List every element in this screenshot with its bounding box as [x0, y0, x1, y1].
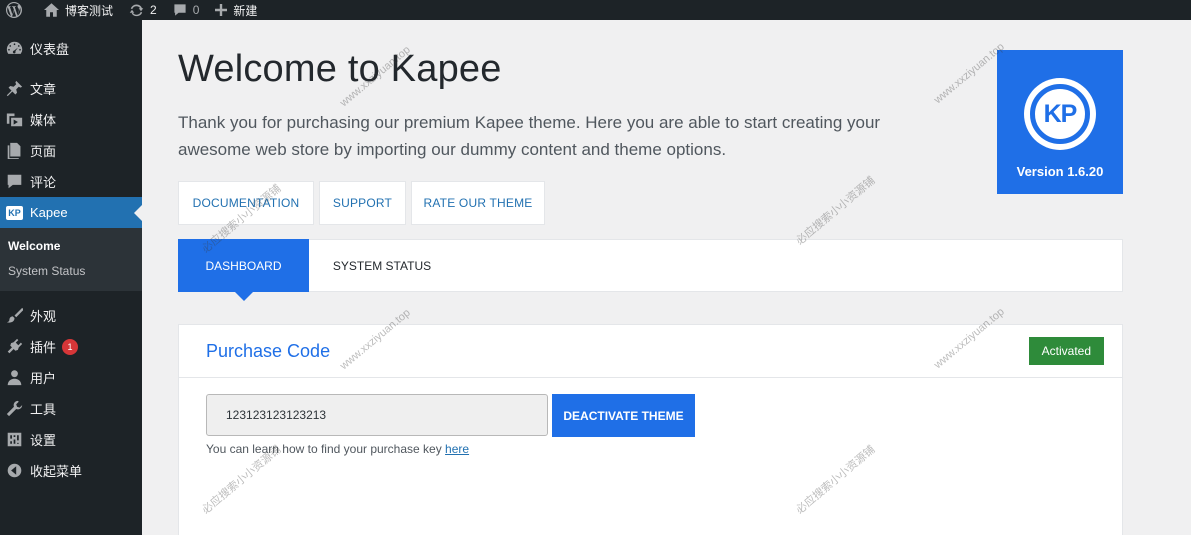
updates-count: 2	[150, 3, 157, 17]
tab-system-status[interactable]: SYSTEM STATUS	[309, 239, 455, 292]
purchase-code-title: Purchase Code	[206, 340, 331, 361]
updates-link[interactable]: 2	[121, 0, 165, 20]
sidebar-item-label: 收起菜单	[30, 464, 83, 479]
sidebar-item-label: 文章	[30, 82, 57, 97]
submenu-item-welcome[interactable]: Welcome	[0, 234, 142, 259]
sidebar-item-label: 媒体	[30, 113, 57, 128]
admin-bar: 博客测试 2 0 新建	[0, 0, 1191, 20]
help-text: You can learn how to find your purchase …	[206, 442, 1095, 456]
comment-icon	[174, 4, 186, 16]
sidebar-item-collapse[interactable]: 收起菜单	[0, 455, 142, 486]
kapee-logo-text: KP	[1030, 84, 1090, 144]
wordpress-icon	[6, 2, 22, 18]
status-badge: Activated	[1028, 337, 1104, 365]
new-label: 新建	[233, 3, 258, 18]
plugin-icon	[7, 338, 23, 354]
collapse-icon	[7, 463, 22, 478]
sidebar-item-label: 仪表盘	[30, 42, 70, 57]
sidebar-item-users[interactable]: 用户	[0, 362, 142, 393]
home-icon	[44, 3, 59, 17]
user-icon	[7, 370, 22, 386]
wordpress-logo-button[interactable]	[0, 0, 36, 20]
settings-icon	[7, 432, 22, 447]
wrench-icon	[6, 400, 23, 417]
sidebar-item-label: 页面	[30, 144, 57, 159]
sidebar-item-label: 插件	[30, 340, 57, 355]
tab-dashboard[interactable]: DASHBOARD	[178, 239, 309, 292]
sidebar-item-label: 用户	[30, 371, 57, 386]
site-name-link[interactable]: 博客测试	[36, 0, 121, 20]
sidebar-item-posts[interactable]: 文章	[0, 73, 142, 104]
sidebar-item-label: 外观	[30, 309, 57, 324]
sidebar-item-label: 工具	[30, 402, 57, 417]
sidebar-item-label: 设置	[30, 433, 57, 448]
rate-theme-button[interactable]: RATE OUR THEME	[411, 181, 545, 225]
deactivate-theme-button[interactable]: DEACTIVATE THEME	[552, 394, 695, 437]
sidebar-item-tools[interactable]: 工具	[0, 393, 142, 424]
new-content-link[interactable]: 新建	[207, 0, 265, 20]
purchase-code-input[interactable]	[206, 394, 548, 436]
documentation-button[interactable]: DOCUMENTATION	[178, 181, 314, 225]
sidebar-item-comments[interactable]: 评论	[0, 166, 142, 197]
kp-icon: KP	[6, 205, 23, 220]
sidebar-item-dashboard[interactable]: 仪表盘	[0, 33, 142, 64]
kapee-submenu: Welcome System Status	[0, 228, 142, 291]
sidebar-item-label: 评论	[30, 175, 57, 190]
sidebar-item-pages[interactable]: 页面	[0, 135, 142, 166]
site-name: 博客测试	[65, 3, 114, 18]
comment-icon	[7, 174, 22, 189]
welcome-description: Thank you for purchasing our premium Kap…	[178, 113, 881, 159]
sidebar-item-appearance[interactable]: 外观	[0, 300, 142, 331]
submenu-item-system-status[interactable]: System Status	[0, 259, 142, 284]
dashboard-icon	[6, 41, 23, 54]
sidebar-item-settings[interactable]: 设置	[0, 424, 142, 455]
main-content: Welcome to Kapee Thank you for purchasin…	[142, 20, 1191, 535]
version-box: KP Version 1.6.20	[997, 50, 1123, 194]
version-label: Version 1.6.20	[1016, 164, 1104, 179]
help-link[interactable]: here	[445, 442, 469, 456]
updates-icon	[129, 3, 144, 16]
page-icon	[7, 142, 21, 159]
support-button[interactable]: SUPPORT	[319, 181, 406, 225]
purchase-code-card: Purchase Code Activated DEACTIVATE THEME…	[178, 324, 1123, 535]
comments-link[interactable]: 0	[165, 0, 208, 20]
help-text-prefix: You can learn how to find your purchase …	[206, 442, 446, 456]
plugins-update-badge: 1	[62, 338, 79, 355]
tabs-bar: DASHBOARD SYSTEM STATUS	[178, 239, 1123, 292]
sidebar-item-kapee[interactable]: KP Kapee	[0, 197, 142, 228]
page-title: Welcome to Kapee	[178, 48, 502, 90]
admin-sidebar: 仪表盘 文章 媒体 页面 评论 KP Kapee Welcome System …	[0, 20, 142, 535]
sidebar-item-label: Kapee	[30, 205, 68, 220]
card-body: DEACTIVATE THEME You can learn how to fi…	[179, 378, 1122, 472]
card-header: Purchase Code Activated	[179, 325, 1122, 378]
media-icon	[6, 113, 23, 127]
kapee-logo: KP	[1024, 78, 1096, 150]
comments-count: 0	[192, 3, 200, 17]
sidebar-item-plugins[interactable]: 插件 1	[0, 331, 142, 362]
brush-icon	[6, 307, 23, 323]
sidebar-item-media[interactable]: 媒体	[0, 104, 142, 135]
plus-icon	[215, 4, 228, 16]
pin-icon	[6, 80, 23, 97]
